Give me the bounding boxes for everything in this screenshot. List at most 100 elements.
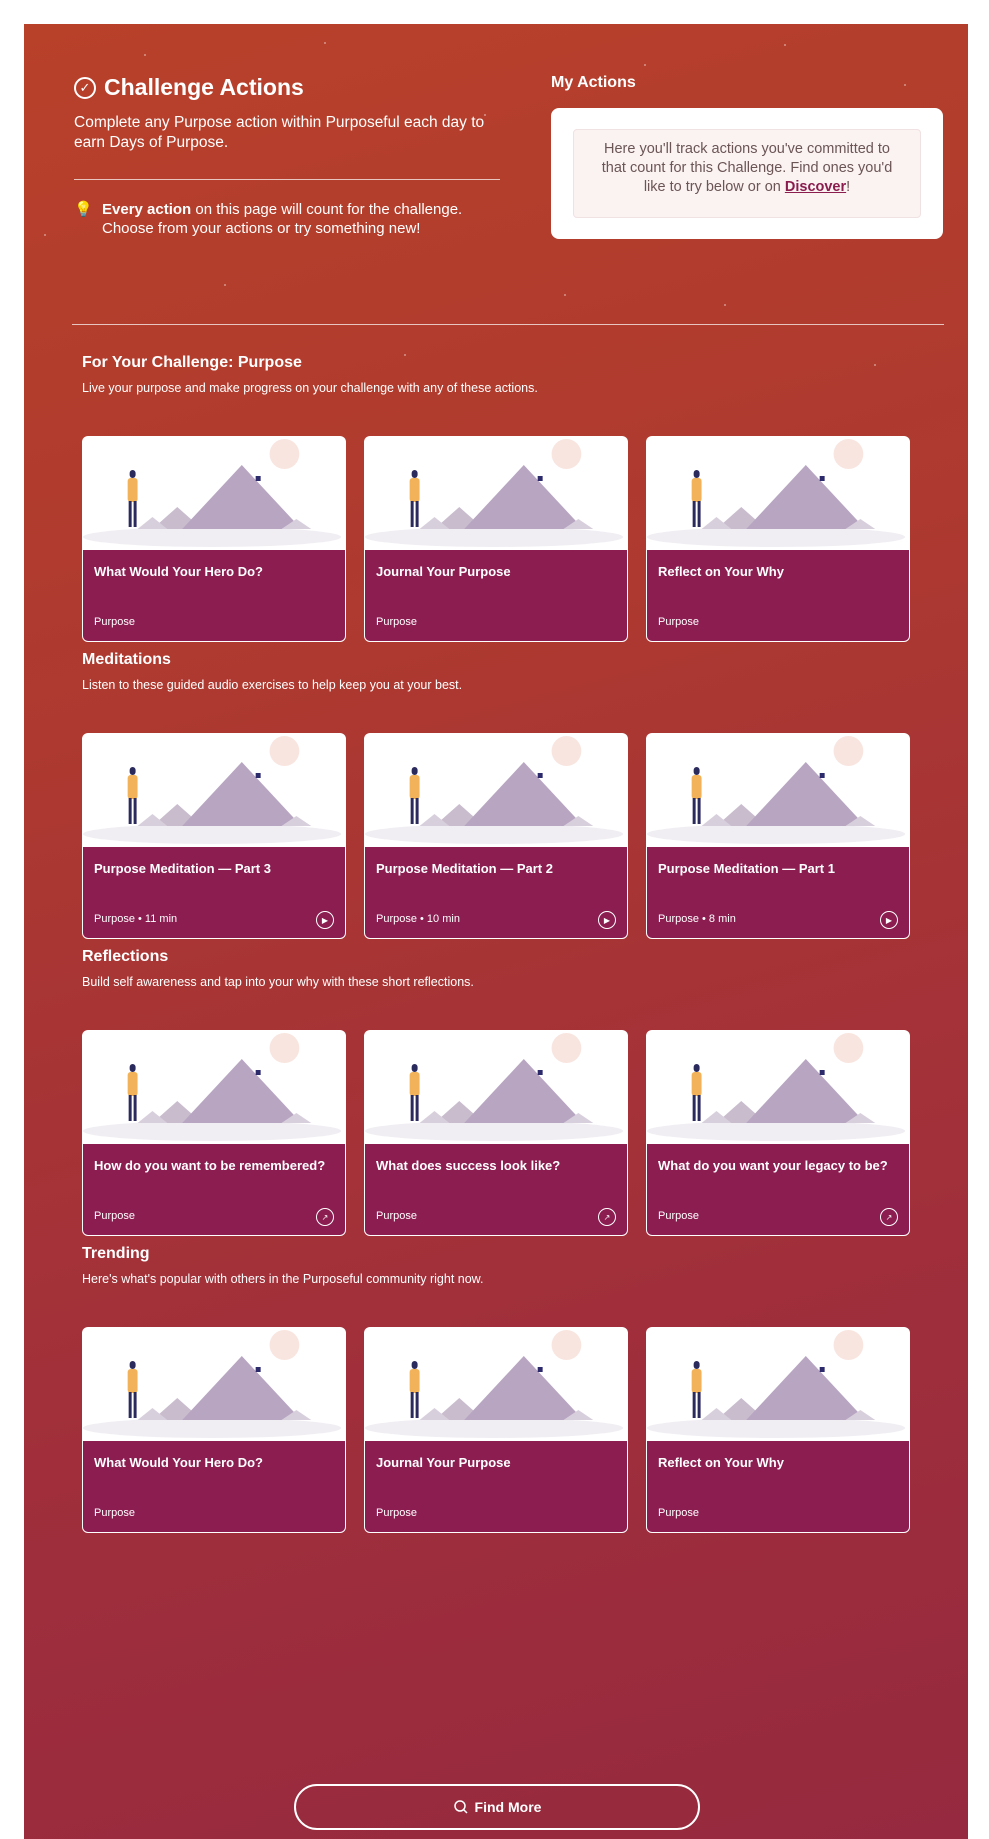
card-body: Purpose Meditation — Part 3 Purpose • 11… [83, 847, 345, 938]
mountain-illustration [83, 1328, 345, 1441]
card-meta: Purpose [94, 616, 135, 628]
section: For Your Challenge: Purpose Live your pu… [82, 354, 942, 642]
action-card[interactable]: Reflect on Your Why Purpose [646, 1327, 910, 1533]
card-title: Journal Your Purpose [376, 564, 511, 579]
my-actions-title: My Actions [551, 74, 636, 91]
mountain-illustration [83, 437, 345, 550]
action-card[interactable]: What does success look like? Purpose ↗ [364, 1030, 628, 1236]
card-row: Purpose Meditation — Part 3 Purpose • 11… [82, 733, 910, 939]
section: Reflections Build self awareness and tap… [82, 948, 942, 1236]
my-actions-panel: My Actions Here you'll track actions you… [551, 74, 943, 239]
play-icon[interactable]: ▶ [598, 911, 616, 929]
action-card[interactable]: Reflect on Your Why Purpose [646, 436, 910, 642]
card-meta: Purpose • 8 min [658, 913, 736, 925]
card-meta: Purpose • 11 min [94, 913, 178, 925]
card-body: What does success look like? Purpose ↗ [365, 1144, 627, 1235]
card-title: Reflect on Your Why [658, 564, 784, 579]
mountain-illustration [647, 1031, 909, 1144]
action-card[interactable]: How do you want to be remembered? Purpos… [82, 1030, 346, 1236]
section-title: Meditations [82, 651, 171, 668]
card-title: Purpose Meditation — Part 1 [658, 861, 835, 876]
action-card[interactable]: What Would Your Hero Do? Purpose [82, 436, 346, 642]
card-meta: Purpose [658, 616, 699, 628]
card-row: What Would Your Hero Do? Purpose Journal… [82, 436, 910, 642]
mountain-illustration [647, 1328, 909, 1441]
lightbulb-icon: 💡 [74, 201, 93, 218]
action-card[interactable]: Journal Your Purpose Purpose [364, 1327, 628, 1533]
section-title: Trending [82, 1245, 150, 1262]
mountain-illustration [647, 437, 909, 550]
play-icon[interactable]: ▶ [880, 911, 898, 929]
find-more-label: Find More [474, 1799, 542, 1815]
my-actions-empty-state: Here you'll track actions you've committ… [573, 129, 921, 218]
card-title: Purpose Meditation — Part 2 [376, 861, 553, 876]
card-body: Journal Your Purpose Purpose [365, 1441, 627, 1532]
card-body: Purpose Meditation — Part 2 Purpose • 10… [365, 847, 627, 938]
section-description: Live your purpose and make progress on y… [82, 381, 538, 395]
card-body: What do you want your legacy to be? Purp… [647, 1144, 909, 1235]
section-title: For Your Challenge: Purpose [82, 354, 302, 371]
card-row: What Would Your Hero Do? Purpose Journal… [82, 1327, 910, 1533]
section-divider [72, 324, 944, 325]
action-card[interactable]: Purpose Meditation — Part 2 Purpose • 10… [364, 733, 628, 939]
action-card[interactable]: Purpose Meditation — Part 1 Purpose • 8 … [646, 733, 910, 939]
card-meta: Purpose [376, 1507, 417, 1519]
action-card[interactable]: What Would Your Hero Do? Purpose [82, 1327, 346, 1533]
card-title: How do you want to be remembered? [94, 1158, 326, 1173]
mountain-illustration [83, 734, 345, 847]
mountain-illustration [83, 1031, 345, 1144]
card-meta: Purpose [94, 1507, 135, 1519]
mountain-illustration [365, 1031, 627, 1144]
mountain-illustration [365, 437, 627, 550]
card-title: Journal Your Purpose [376, 1455, 511, 1470]
card-meta: Purpose [376, 1210, 417, 1222]
action-card[interactable]: Purpose Meditation — Part 3 Purpose • 11… [82, 733, 346, 939]
section-title: Reflections [82, 948, 169, 965]
section-description: Here's what's popular with others in the… [82, 1272, 484, 1286]
discover-link[interactable]: Discover [785, 179, 846, 195]
arrow-icon[interactable]: ↗ [316, 1208, 334, 1226]
card-meta: Purpose • 10 min [376, 913, 460, 925]
card-title: Reflect on Your Why [658, 1455, 784, 1470]
card-body: What Would Your Hero Do? Purpose [83, 1441, 345, 1532]
arrow-icon[interactable]: ↗ [598, 1208, 616, 1226]
search-icon [453, 1800, 468, 1814]
card-meta: Purpose [94, 1210, 135, 1222]
card-body: Reflect on Your Why Purpose [647, 1441, 909, 1532]
card-meta: Purpose [658, 1210, 699, 1222]
card-body: Reflect on Your Why Purpose [647, 550, 909, 641]
card-title: What Would Your Hero Do? [94, 1455, 263, 1470]
find-more-button[interactable]: Find More [294, 1784, 700, 1830]
card-body: Journal Your Purpose Purpose [365, 550, 627, 641]
challenge-actions-page: ✓ Challenge Actions Complete any Purpose… [24, 24, 968, 1839]
card-title: What does success look like? [376, 1158, 561, 1173]
challenge-tip: 💡 Every action on this page will count f… [74, 200, 504, 238]
card-meta: Purpose [376, 616, 417, 628]
section: Trending Here's what's popular with othe… [82, 1245, 942, 1533]
card-title: What do you want your legacy to be? [658, 1158, 888, 1173]
card-row: How do you want to be remembered? Purpos… [82, 1030, 910, 1236]
mountain-illustration [647, 734, 909, 847]
card-body: How do you want to be remembered? Purpos… [83, 1144, 345, 1235]
divider [74, 179, 500, 180]
action-card[interactable]: What do you want your legacy to be? Purp… [646, 1030, 910, 1236]
section: Meditations Listen to these guided audio… [82, 651, 942, 939]
page-title: Challenge Actions [104, 74, 304, 100]
card-body: What Would Your Hero Do? Purpose [83, 550, 345, 641]
check-circle-icon: ✓ [74, 76, 96, 99]
mountain-illustration [365, 1328, 627, 1441]
arrow-icon[interactable]: ↗ [880, 1208, 898, 1226]
section-description: Build self awareness and tap into your w… [82, 975, 474, 989]
mountain-illustration [365, 734, 627, 847]
my-actions-suffix: ! [846, 179, 851, 195]
card-title: What Would Your Hero Do? [94, 564, 263, 579]
card-body: Purpose Meditation — Part 1 Purpose • 8 … [647, 847, 909, 938]
card-title: Purpose Meditation — Part 3 [94, 861, 271, 876]
play-icon[interactable]: ▶ [316, 911, 334, 929]
card-meta: Purpose [658, 1507, 699, 1519]
action-card[interactable]: Journal Your Purpose Purpose [364, 436, 628, 642]
tip-bold: Every action [102, 201, 192, 218]
section-description: Listen to these guided audio exercises t… [82, 678, 463, 692]
my-actions-card: Here you'll track actions you've committ… [551, 108, 943, 239]
challenge-intro: Complete any Purpose action within Purpo… [74, 114, 485, 151]
